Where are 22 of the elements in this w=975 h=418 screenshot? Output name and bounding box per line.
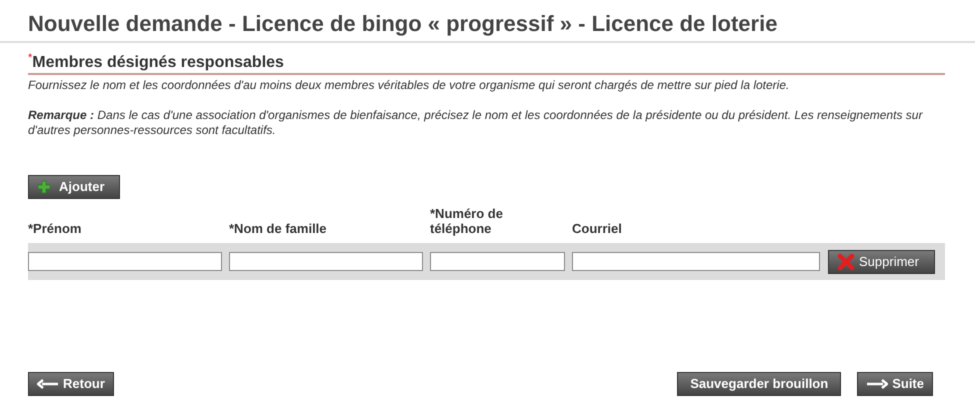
delete-button[interactable]: Supprimer [828, 250, 935, 274]
add-button[interactable]: Ajouter [28, 175, 120, 199]
page-title: Nouvelle demande - Licence de bingo « progressif » - Licence de loterie [28, 10, 778, 38]
section-heading: Membres désignés responsables [32, 53, 284, 73]
column-header: *Nom de famille [229, 221, 328, 236]
intro-text: Fournissez le nom et les coordonnées d'au moins deux membres véritables de votre organisme qui seront chargés de mettre sur pied la loterie. [28, 78, 790, 93]
next-button[interactable]: Suite [857, 372, 933, 396]
column-header: *Prénom [28, 221, 82, 236]
column-header: Courriel [572, 221, 623, 236]
note-text: Remarque : Dans le cas d'une association d'organismes de bienfaisance, précisez le nom et les coordonnées de la présidente ou du président. Les renseignements sur d'autres personnes-ressources sont facultatifs. [28, 108, 924, 138]
right-arrow-icon [866, 379, 888, 389]
left-arrow-icon [37, 379, 59, 389]
text-field[interactable] [229, 252, 423, 271]
back-button[interactable]: Retour [28, 372, 114, 396]
text-field[interactable] [572, 252, 820, 271]
text-field[interactable] [28, 252, 222, 271]
column-header: *Numéro de téléphone [430, 206, 504, 236]
save-draft-button[interactable]: Sauvegarder brouillon [677, 372, 842, 396]
text-field[interactable] [430, 252, 565, 271]
plus-icon [37, 180, 51, 194]
required-mark: * [28, 53, 32, 64]
close-icon [837, 252, 855, 270]
